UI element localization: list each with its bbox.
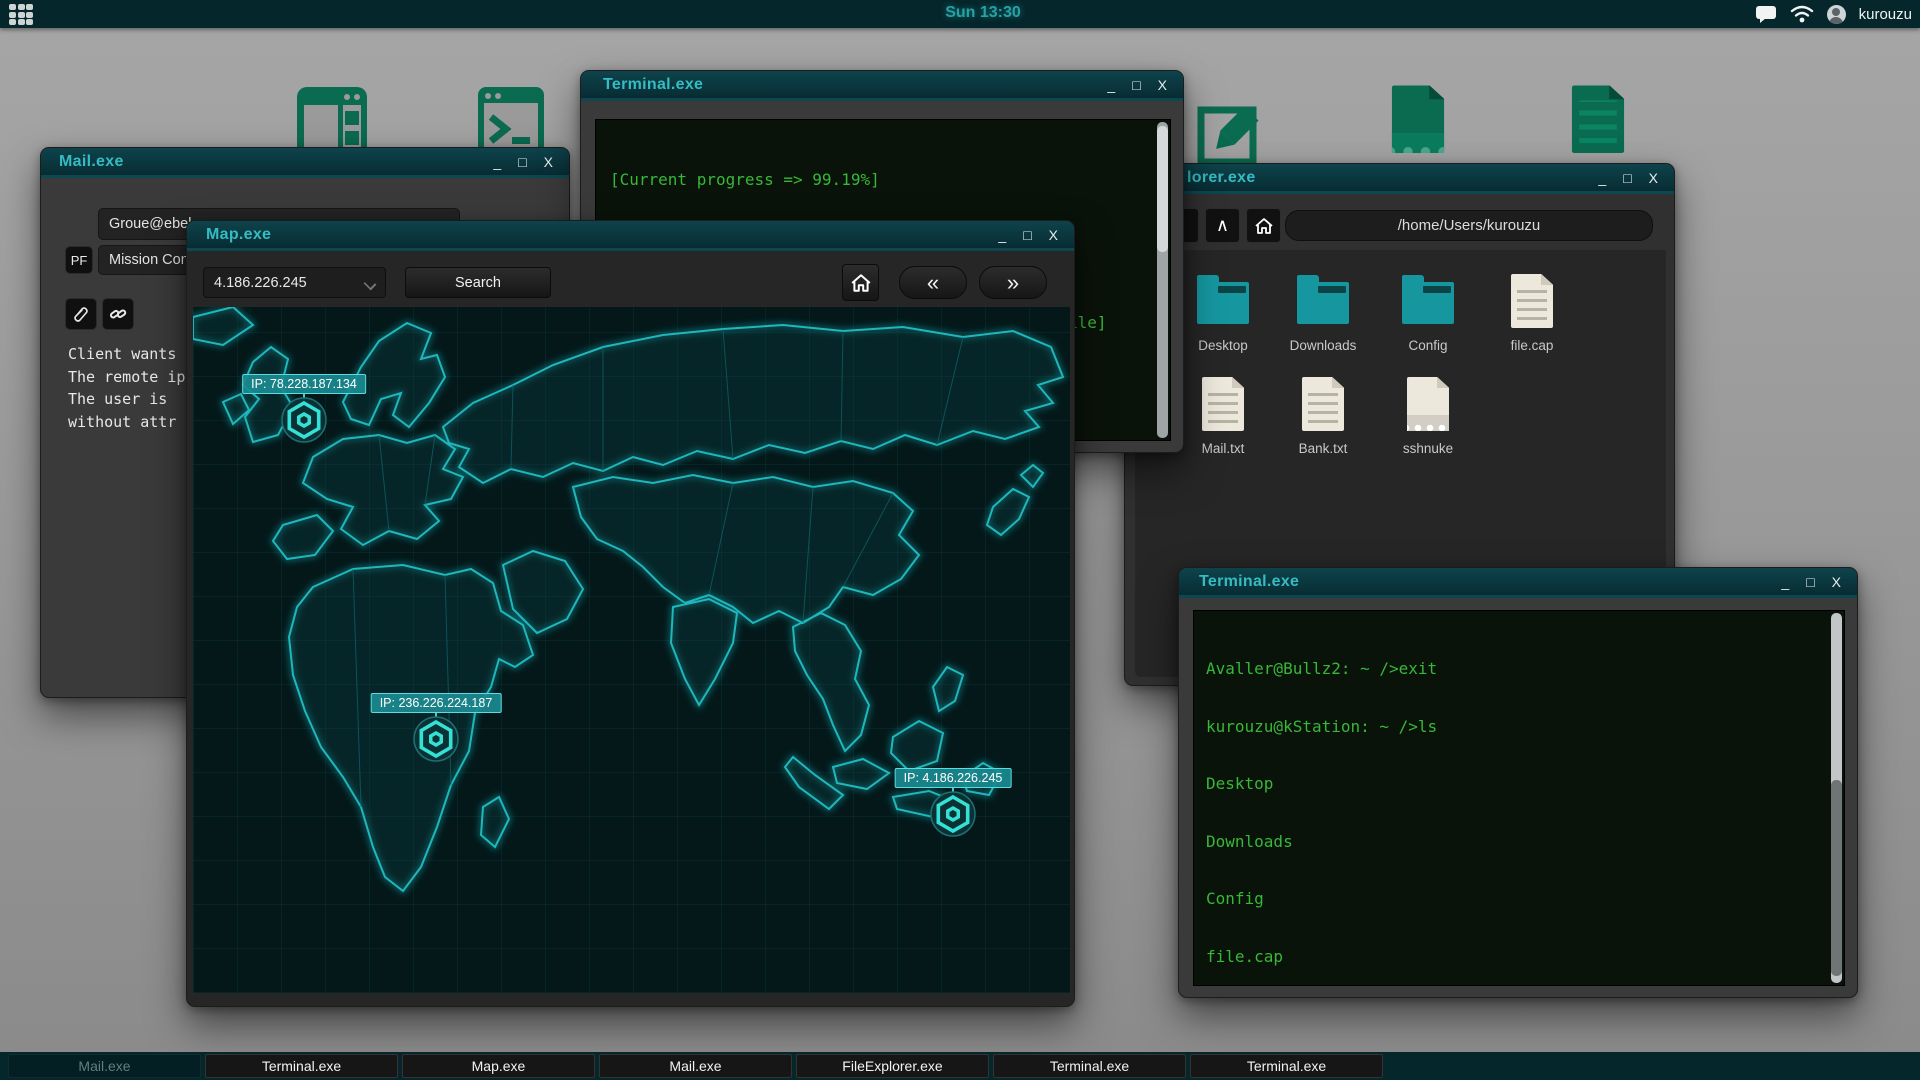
document-icon — [1302, 377, 1344, 431]
map-window: Map.exe _ □ X 4.186.226.245 Search « » — [186, 220, 1075, 1007]
map-window-title: Map.exe — [206, 226, 271, 244]
document-icon — [1511, 274, 1553, 328]
terminal-titlebar[interactable]: Terminal.exe _ □ X — [581, 71, 1183, 101]
home-button[interactable] — [1246, 208, 1281, 243]
mail-attach-button[interactable] — [65, 298, 97, 330]
explorer-titlebar[interactable]: lorer.exe _ □ X — [1125, 164, 1674, 194]
file-item-filecap[interactable]: file.cap — [1486, 272, 1578, 353]
ip-search-combo[interactable]: 4.186.226.245 — [203, 267, 386, 298]
minimize-button[interactable]: _ — [493, 155, 501, 169]
desktop-icon-binary-file[interactable] — [1383, 83, 1439, 143]
map-titlebar[interactable]: Map.exe _ □ X — [187, 221, 1074, 251]
mail-titlebar[interactable]: Mail.exe _ □ X — [41, 148, 569, 178]
maximize-button[interactable]: □ — [1623, 171, 1631, 185]
close-button[interactable]: X — [1649, 171, 1658, 185]
file-item-desktop[interactable]: Desktop — [1177, 272, 1269, 353]
file-item-config[interactable]: Config — [1382, 272, 1474, 353]
chevron-down-icon — [364, 278, 377, 291]
maximize-button[interactable]: □ — [1023, 228, 1031, 242]
user-avatar[interactable] — [1827, 5, 1846, 24]
ip-marker-label[interactable]: IP: 78.228.187.134 — [242, 374, 366, 394]
hexagon-marker-icon[interactable] — [930, 791, 976, 837]
close-button[interactable]: X — [544, 155, 553, 169]
ip-marker-label[interactable]: IP: 4.186.226.245 — [895, 768, 1012, 788]
map-next-button[interactable]: » — [979, 266, 1047, 299]
file-item-banktxt[interactable]: Bank.txt — [1277, 375, 1369, 456]
paperclip-icon — [72, 305, 90, 323]
taskbar-item-map[interactable]: Map.exe — [402, 1054, 595, 1078]
scrollbar-thumb[interactable] — [1157, 126, 1168, 252]
desktop-icon-text-file[interactable] — [1563, 83, 1619, 143]
document-icon — [1202, 377, 1244, 431]
mail-link-button[interactable] — [102, 298, 134, 330]
taskbar: Mail.exe Terminal.exe Map.exe Mail.exe F… — [0, 1052, 1920, 1080]
world-map[interactable]: IP: 78.228.187.134 IP: 236.226.224.187 — [193, 307, 1070, 993]
folder-icon — [1402, 282, 1454, 324]
maximize-button[interactable]: □ — [1806, 575, 1814, 589]
chat-icon[interactable] — [1755, 5, 1777, 24]
minimize-button[interactable]: _ — [1107, 78, 1115, 92]
desktop: Mail.exe _ □ X Groue@ebel PF Mission Con — [0, 0, 1920, 1080]
close-button[interactable]: X — [1832, 575, 1841, 589]
explorer-window-title: lorer.exe — [1187, 169, 1256, 187]
taskbar-item-fileexplorer[interactable]: FileExplorer.exe — [796, 1054, 989, 1078]
scrollbar-thumb[interactable] — [1831, 780, 1842, 976]
minimize-button[interactable]: _ — [1781, 575, 1789, 589]
folder-icon — [1297, 282, 1349, 324]
maximize-button[interactable]: □ — [1132, 78, 1140, 92]
file-item-mailtxt[interactable]: Mail.txt — [1177, 375, 1269, 456]
terminal-window-title: Terminal.exe — [603, 76, 703, 94]
file-item-downloads[interactable]: Downloads — [1277, 272, 1369, 353]
minimize-button[interactable]: _ — [998, 228, 1006, 242]
binary-file-glyph — [1392, 86, 1445, 154]
terminal-output-text: Avaller@Bullz2: ~ />exit kurouzu@kStatio… — [1206, 621, 1765, 986]
path-field[interactable]: /home/Users/kurouzu — [1285, 210, 1653, 241]
taskbar-item-terminal-2[interactable]: Terminal.exe — [993, 1054, 1186, 1078]
terminal-scrollbar[interactable] — [1157, 122, 1168, 438]
map-prev-button[interactable]: « — [899, 266, 967, 299]
top-menu-bar: Sun 13:30 kurouzu — [0, 0, 1920, 28]
link-icon — [109, 305, 127, 323]
clock: Sun 13:30 — [945, 4, 1021, 22]
file-item-sshnuke[interactable]: sshnuke — [1382, 375, 1474, 456]
close-button[interactable]: X — [1158, 78, 1167, 92]
map-home-button[interactable] — [842, 264, 879, 301]
mail-body-text: Client wants The remote ip The user is w… — [68, 343, 185, 433]
ip-marker-label[interactable]: IP: 236.226.224.187 — [371, 693, 502, 713]
home-icon — [850, 273, 872, 293]
mail-window-title: Mail.exe — [59, 153, 124, 171]
maximize-button[interactable]: □ — [518, 155, 526, 169]
home-icon — [1254, 217, 1274, 235]
taskbar-item-mail-2[interactable]: Mail.exe — [599, 1054, 792, 1078]
hexagon-marker-icon[interactable] — [413, 716, 459, 762]
wifi-icon[interactable] — [1790, 5, 1814, 23]
username: kurouzu — [1859, 6, 1912, 23]
hexagon-marker-icon[interactable] — [281, 397, 327, 443]
terminal-output-area: Avaller@Bullz2: ~ />exit kurouzu@kStatio… — [1193, 610, 1845, 986]
terminal-bottom-window: Terminal.exe _ □ X Avaller@Bullz2: ~ />e… — [1178, 567, 1858, 998]
terminal-scrollbar[interactable] — [1831, 613, 1842, 983]
folder-icon — [1197, 282, 1249, 324]
mail-pf-button[interactable]: PF — [65, 246, 93, 274]
search-button[interactable]: Search — [405, 267, 551, 298]
taskbar-item-terminal-1[interactable]: Terminal.exe — [205, 1054, 398, 1078]
taskbar-item-terminal-3[interactable]: Terminal.exe — [1190, 1054, 1383, 1078]
ip-search-value: 4.186.226.245 — [214, 275, 307, 291]
minimize-button[interactable]: _ — [1598, 171, 1606, 185]
up-button[interactable]: ∧ — [1205, 208, 1240, 243]
terminal-window-title: Terminal.exe — [1199, 573, 1299, 591]
binary-icon — [1407, 377, 1449, 431]
taskbar-item-mail[interactable]: Mail.exe — [8, 1054, 201, 1078]
app-grid-menu-icon[interactable] — [9, 4, 39, 25]
text-file-glyph — [1572, 86, 1625, 154]
close-button[interactable]: X — [1049, 228, 1058, 242]
terminal-titlebar[interactable]: Terminal.exe _ □ X — [1179, 568, 1857, 598]
